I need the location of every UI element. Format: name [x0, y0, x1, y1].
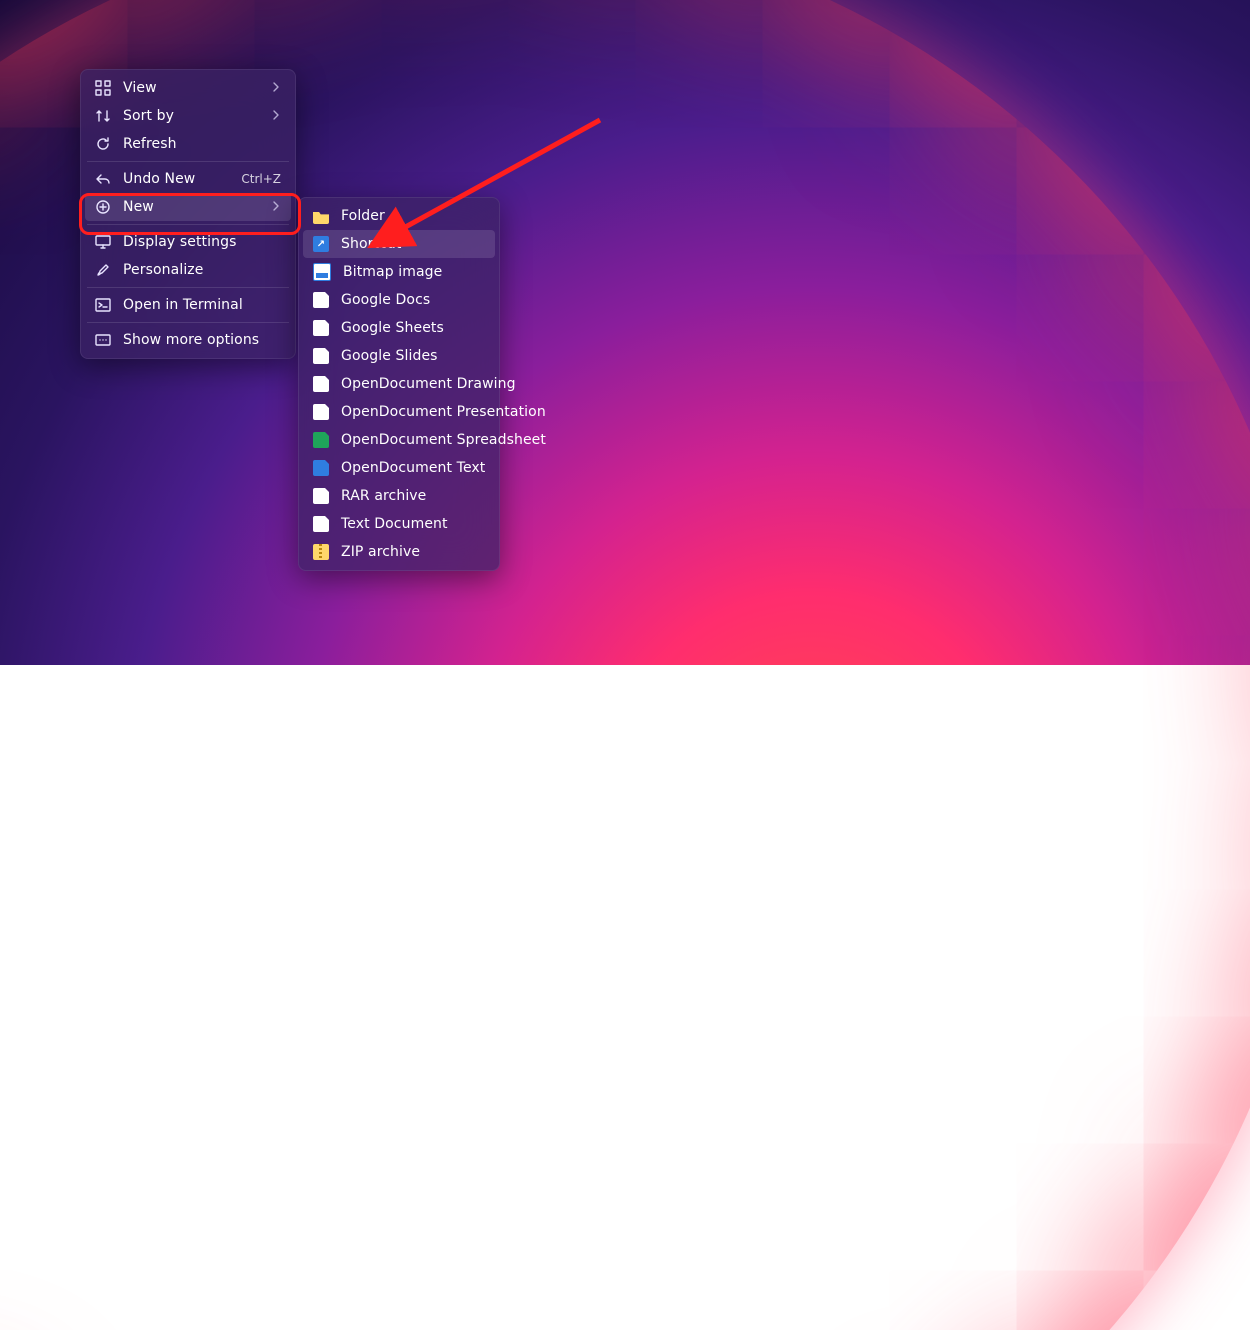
submenu-label: Text Document — [341, 516, 485, 532]
submenu-label: Bitmap image — [343, 264, 485, 280]
submenu-label: Google Slides — [341, 348, 485, 364]
menu-item-view[interactable]: View — [85, 74, 291, 102]
submenu-item-shortcut[interactable]: Shortcut — [303, 230, 495, 258]
menu-label: Show more options — [123, 332, 281, 348]
display-icon — [95, 234, 111, 250]
menu-separator — [87, 224, 289, 225]
undo-icon — [95, 171, 111, 187]
menu-separator — [87, 161, 289, 162]
plus-circle-icon — [95, 199, 111, 215]
folder-icon — [313, 208, 329, 224]
menu-item-refresh[interactable]: Refresh — [85, 130, 291, 158]
menu-label: Personalize — [123, 262, 281, 278]
file-icon — [313, 516, 329, 532]
menu-item-more-options[interactable]: Show more options — [85, 326, 291, 354]
submenu-label: Folder — [341, 208, 485, 224]
submenu-item-folder[interactable]: Folder — [303, 202, 495, 230]
submenu-label: RAR archive — [341, 488, 485, 504]
submenu-item-odt[interactable]: OpenDocument Text — [303, 454, 495, 482]
submenu-item-ods[interactable]: OpenDocument Spreadsheet — [303, 426, 495, 454]
file-icon — [313, 376, 329, 392]
menu-shortcut: Ctrl+Z — [241, 172, 281, 186]
submenu-label: OpenDocument Drawing — [341, 376, 516, 392]
submenu-label: ZIP archive — [341, 544, 485, 560]
grid-icon — [95, 80, 111, 96]
submenu-item-txt[interactable]: Text Document — [303, 510, 495, 538]
submenu-item-gdocs[interactable]: Google Docs — [303, 286, 495, 314]
submenu-label: Google Sheets — [341, 320, 485, 336]
more-icon — [95, 332, 111, 348]
menu-separator — [87, 287, 289, 288]
refresh-icon — [95, 136, 111, 152]
new-submenu: Folder Shortcut Bitmap image Google Docs… — [298, 197, 500, 571]
menu-label: New — [123, 199, 259, 215]
menu-item-personalize[interactable]: Personalize — [85, 256, 291, 284]
menu-item-display-settings[interactable]: Display settings — [85, 228, 291, 256]
chevron-right-icon — [271, 108, 281, 124]
file-icon — [313, 348, 329, 364]
menu-label: Sort by — [123, 108, 259, 124]
menu-separator — [87, 322, 289, 323]
file-icon — [313, 432, 329, 448]
brush-icon — [95, 262, 111, 278]
bitmap-icon — [313, 263, 331, 281]
submenu-item-odg[interactable]: OpenDocument Drawing — [303, 370, 495, 398]
submenu-label: OpenDocument Spreadsheet — [341, 432, 546, 448]
menu-item-sort[interactable]: Sort by — [85, 102, 291, 130]
submenu-item-gsheets[interactable]: Google Sheets — [303, 314, 495, 342]
menu-label: Undo New — [123, 171, 229, 187]
zip-icon — [313, 544, 329, 560]
menu-item-new[interactable]: New — [85, 193, 291, 221]
menu-item-undo[interactable]: Undo New Ctrl+Z — [85, 165, 291, 193]
submenu-label: OpenDocument Text — [341, 460, 485, 476]
desktop-context-menu: View Sort by Refresh Undo New Ctrl+Z New — [80, 69, 296, 359]
menu-label: Refresh — [123, 136, 281, 152]
submenu-item-zip[interactable]: ZIP archive — [303, 538, 495, 566]
sort-icon — [95, 108, 111, 124]
file-icon — [313, 488, 329, 504]
file-icon — [313, 320, 329, 336]
submenu-label: OpenDocument Presentation — [341, 404, 546, 420]
submenu-item-bitmap[interactable]: Bitmap image — [303, 258, 495, 286]
submenu-label: Google Docs — [341, 292, 485, 308]
chevron-right-icon — [271, 80, 281, 96]
terminal-icon — [95, 297, 111, 313]
submenu-item-gslides[interactable]: Google Slides — [303, 342, 495, 370]
chevron-right-icon — [271, 199, 281, 215]
submenu-item-odp[interactable]: OpenDocument Presentation — [303, 398, 495, 426]
file-icon — [313, 404, 329, 420]
menu-item-terminal[interactable]: Open in Terminal — [85, 291, 291, 319]
file-icon — [313, 292, 329, 308]
file-icon — [313, 460, 329, 476]
menu-label: View — [123, 80, 259, 96]
submenu-label: Shortcut — [341, 236, 485, 252]
submenu-item-rar[interactable]: RAR archive — [303, 482, 495, 510]
shortcut-icon — [313, 236, 329, 252]
menu-label: Display settings — [123, 234, 281, 250]
menu-label: Open in Terminal — [123, 297, 281, 313]
